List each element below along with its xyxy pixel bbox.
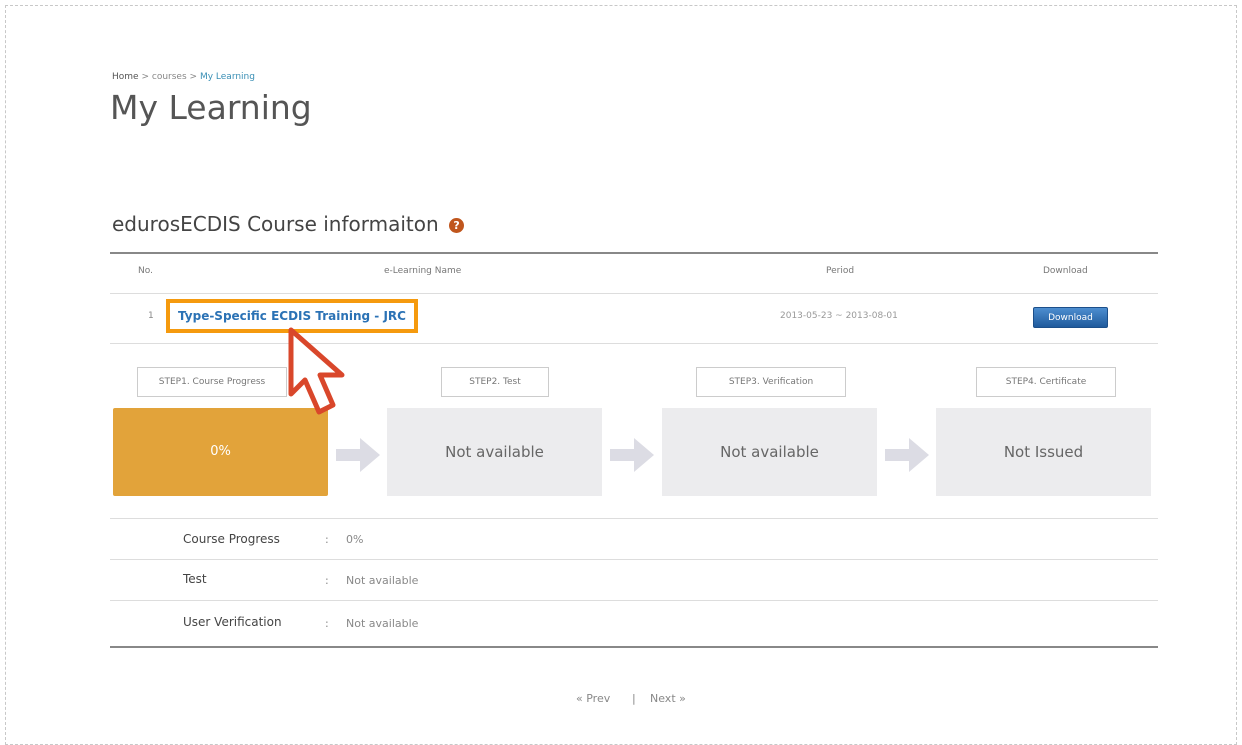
breadcrumb-courses[interactable]: courses	[152, 72, 187, 82]
prev-page-link[interactable]: « Prev	[576, 692, 610, 705]
step3-label: STEP3. Verification	[696, 367, 846, 397]
row-divider	[110, 343, 1158, 344]
table-bottom-border	[110, 646, 1158, 648]
section-title-text: edurosECDIS Course informaiton	[112, 212, 439, 236]
detail-value-test: Not available	[346, 574, 419, 587]
details-divider	[110, 559, 1158, 560]
row-period: 2013-05-23 ~ 2013-08-01	[780, 311, 898, 321]
detail-colon: :	[325, 617, 329, 630]
header-period: Period	[826, 266, 855, 276]
download-button[interactable]: Download	[1033, 307, 1108, 328]
page-title: My Learning	[110, 88, 312, 127]
step4-label: STEP4. Certificate	[976, 367, 1116, 397]
detail-colon: :	[325, 574, 329, 587]
step3-verification-box: Not available	[662, 408, 877, 496]
pager-separator: |	[632, 692, 636, 705]
breadcrumb-home[interactable]: Home	[112, 72, 139, 82]
detail-value-user-verification: Not available	[346, 617, 419, 630]
step-arrow-icon	[885, 438, 929, 472]
breadcrumb: Home > courses > My Learning	[112, 72, 255, 82]
table-top-border	[110, 252, 1158, 254]
step2-label: STEP2. Test	[441, 367, 549, 397]
row-number: 1	[148, 311, 154, 321]
header-name: e-Learning Name	[384, 266, 462, 276]
detail-colon: :	[325, 533, 329, 546]
step1-progress-box: 0%	[113, 408, 328, 496]
step4-certificate-box: Not Issued	[936, 408, 1151, 496]
breadcrumb-separator: >	[189, 72, 198, 82]
detail-label-course-progress: Course Progress	[183, 532, 280, 546]
header-divider	[110, 293, 1158, 294]
cursor-arrow-icon	[288, 327, 345, 415]
header-download: Download	[1043, 266, 1088, 276]
step-arrow-icon	[336, 438, 380, 472]
step2-test-box: Not available	[387, 408, 602, 496]
help-icon[interactable]: ?	[449, 218, 465, 233]
section-title: edurosECDIS Course informaiton ?	[112, 212, 465, 236]
header-no: No.	[138, 266, 153, 276]
step1-label: STEP1. Course Progress	[137, 367, 287, 397]
details-divider	[110, 600, 1158, 601]
details-divider	[110, 518, 1158, 519]
step-arrow-icon	[610, 438, 654, 472]
detail-value-course-progress: 0%	[346, 533, 364, 546]
breadcrumb-separator: >	[141, 72, 149, 82]
detail-label-test: Test	[183, 572, 207, 586]
next-page-link[interactable]: Next »	[650, 692, 686, 705]
breadcrumb-current: My Learning	[199, 72, 255, 82]
detail-label-user-verification: User Verification	[183, 615, 282, 629]
